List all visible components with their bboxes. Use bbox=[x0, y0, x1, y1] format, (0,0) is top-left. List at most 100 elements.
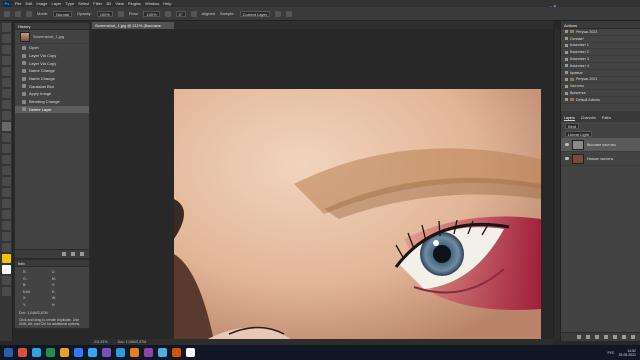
blend-mode-select[interactable]: Linear Light bbox=[565, 131, 592, 137]
menu-file[interactable]: File bbox=[15, 1, 21, 6]
whatsapp-icon[interactable] bbox=[46, 348, 55, 357]
telegram-icon[interactable] bbox=[116, 348, 125, 357]
check-icon[interactable] bbox=[565, 30, 568, 34]
brush-preset-icon[interactable] bbox=[26, 10, 32, 17]
vertical-scrollbar[interactable] bbox=[553, 29, 560, 339]
app-icon[interactable] bbox=[158, 348, 167, 357]
flow-field[interactable]: 100% bbox=[143, 10, 160, 17]
home-icon[interactable] bbox=[4, 10, 10, 17]
history-panel-title[interactable]: History bbox=[15, 23, 89, 30]
action-item[interactable]: Кривые bbox=[561, 70, 640, 77]
app-icon[interactable] bbox=[130, 348, 139, 357]
tab-layers[interactable]: Layers bbox=[564, 116, 575, 121]
check-icon[interactable] bbox=[565, 98, 568, 102]
clock[interactable]: 14:52 25.05.2021 bbox=[618, 349, 636, 357]
menu-help[interactable]: Help bbox=[163, 1, 171, 6]
mode-select[interactable]: Normal bbox=[53, 10, 73, 17]
type-tool-icon[interactable] bbox=[1, 199, 11, 208]
eraser-tool-icon[interactable] bbox=[1, 144, 11, 153]
path-select-tool-icon[interactable] bbox=[1, 210, 11, 219]
tab-paths[interactable]: Paths bbox=[602, 116, 611, 120]
blur-tool-icon[interactable] bbox=[1, 166, 11, 175]
history-row[interactable]: Open bbox=[15, 44, 89, 52]
app-icon[interactable] bbox=[102, 348, 111, 357]
pressure-opacity-icon[interactable] bbox=[117, 10, 124, 17]
sample-select[interactable]: Current Layer bbox=[239, 10, 271, 17]
check-icon[interactable] bbox=[565, 57, 568, 61]
airbrush-icon[interactable] bbox=[164, 10, 171, 17]
pen-tool-icon[interactable] bbox=[1, 188, 11, 197]
frame-tool-icon[interactable] bbox=[1, 78, 11, 87]
app-icon[interactable] bbox=[32, 348, 41, 357]
status-zoom[interactable]: 211,91% bbox=[94, 340, 108, 344]
group-icon[interactable] bbox=[613, 335, 617, 339]
menu-view[interactable]: View bbox=[115, 1, 124, 6]
check-icon[interactable] bbox=[565, 77, 568, 81]
ignore-adjustment-icon[interactable] bbox=[275, 10, 282, 17]
quick-mask-icon[interactable] bbox=[1, 276, 11, 285]
check-icon[interactable] bbox=[565, 37, 568, 41]
app-icon[interactable] bbox=[74, 348, 83, 357]
brush-tool-icon[interactable] bbox=[1, 111, 11, 120]
folder-icon[interactable] bbox=[60, 348, 69, 357]
dodge-tool-icon[interactable] bbox=[1, 177, 11, 186]
gradient-tool-icon[interactable] bbox=[1, 155, 11, 164]
menu-plugins[interactable]: Plugins bbox=[128, 1, 141, 6]
history-row[interactable]: Name Change bbox=[15, 75, 89, 83]
app-icon[interactable] bbox=[186, 348, 195, 357]
action-item[interactable]: Комплект 2 bbox=[561, 49, 640, 57]
visibility-eye-icon[interactable] bbox=[565, 143, 569, 146]
marquee-tool-icon[interactable] bbox=[1, 34, 11, 43]
check-icon[interactable] bbox=[565, 91, 568, 95]
new-document-icon[interactable] bbox=[62, 252, 66, 256]
app-icon[interactable] bbox=[144, 348, 153, 357]
action-item[interactable]: Комплект 3 bbox=[561, 56, 640, 63]
adjustment-icon[interactable] bbox=[604, 335, 608, 339]
document-tab[interactable]: Screenshot_1.jpg @ 211% (Высокие частоты… bbox=[92, 22, 174, 35]
move-tool-icon[interactable] bbox=[1, 23, 11, 32]
action-item[interactable]: Виньетка bbox=[561, 90, 640, 97]
menu-window[interactable]: Window bbox=[145, 1, 159, 6]
pressure-size-icon[interactable] bbox=[286, 10, 293, 17]
clone-stamp-tool-icon[interactable] bbox=[15, 10, 21, 17]
foreground-color-swatch[interactable] bbox=[1, 254, 11, 263]
angle-field[interactable]: 0° bbox=[175, 10, 186, 17]
kind-filter-select[interactable]: Kind bbox=[565, 123, 580, 129]
camera-icon[interactable] bbox=[71, 252, 75, 256]
check-icon[interactable] bbox=[565, 64, 568, 68]
actions-panel-title[interactable]: Actions bbox=[561, 22, 640, 29]
app-icon[interactable] bbox=[18, 348, 27, 357]
clone-stamp-tool-icon[interactable] bbox=[1, 122, 11, 131]
history-row[interactable]: Gaussian Blur bbox=[15, 82, 89, 90]
check-icon[interactable] bbox=[565, 50, 568, 54]
aligned-checkbox[interactable] bbox=[190, 10, 197, 17]
menu-3d[interactable]: 3D bbox=[106, 1, 111, 6]
menu-layer[interactable]: Layer bbox=[51, 1, 61, 6]
healing-brush-tool-icon[interactable] bbox=[1, 100, 11, 109]
fx-icon[interactable] bbox=[586, 335, 590, 339]
link-icon[interactable] bbox=[577, 335, 581, 339]
quick-select-tool-icon[interactable] bbox=[1, 56, 11, 65]
check-icon[interactable] bbox=[565, 43, 568, 47]
action-set[interactable]: Ретушь 2021 bbox=[561, 77, 640, 84]
language-indicator[interactable]: РУС bbox=[607, 351, 614, 355]
rectangle-tool-icon[interactable] bbox=[1, 221, 11, 230]
app-icon[interactable] bbox=[172, 348, 181, 357]
menu-select[interactable]: Select bbox=[78, 1, 89, 6]
action-item[interactable]: Комплект 1 bbox=[561, 43, 640, 50]
opacity-field[interactable]: 100% bbox=[96, 10, 113, 17]
history-row[interactable]: Layer Via Copy bbox=[15, 59, 89, 67]
check-icon[interactable] bbox=[565, 84, 568, 88]
photoshop-icon[interactable] bbox=[88, 348, 97, 357]
action-set[interactable]: Default Actions bbox=[561, 97, 640, 104]
action-set[interactable]: Ретушь 2023 bbox=[561, 29, 640, 36]
action-item[interactable]: Частоты bbox=[561, 83, 640, 91]
check-icon[interactable] bbox=[565, 71, 568, 75]
mask-icon[interactable] bbox=[595, 335, 599, 339]
background-color-swatch[interactable] bbox=[1, 265, 11, 274]
photo-canvas[interactable] bbox=[174, 89, 541, 341]
menu-image[interactable]: Image bbox=[36, 1, 47, 6]
visibility-eye-icon[interactable] bbox=[565, 157, 569, 160]
history-row[interactable]: Apply Image bbox=[15, 90, 89, 98]
tab-channels[interactable]: Channels bbox=[581, 116, 596, 120]
